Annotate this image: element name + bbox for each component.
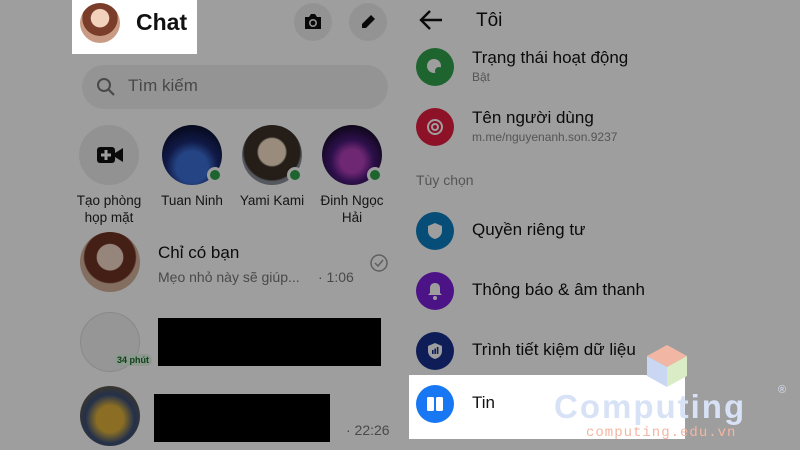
watermark-url: computing.edu.vn: [586, 425, 737, 441]
row-label: Quyền riêng tư: [472, 220, 586, 239]
online-indicator: [367, 167, 383, 183]
watermark-registered: ®: [778, 384, 787, 396]
active-status-icon: [416, 48, 454, 86]
page-title: Tôi: [476, 10, 503, 31]
active-status-row[interactable]: Trạng thái hoạt động Bật: [416, 44, 796, 100]
contact-avatar: [322, 125, 383, 185]
story-label: Tuan Ninh: [161, 193, 223, 208]
conversation-item[interactable]: · 22:26: [80, 386, 400, 450]
create-room-avatar: [79, 125, 139, 185]
story-label: Tạo phòng họp mặt: [76, 193, 142, 225]
chat-screen: Chat Tạo phòng họp mặt Tuan Ninh: [0, 0, 404, 450]
row-label: Trạng thái hoạt động: [472, 48, 629, 67]
page-title: Chat: [136, 9, 188, 35]
username-row[interactable]: Tên người dùng m.me/nguyenanh.son.9237: [416, 104, 796, 160]
data-saver-icon: [416, 332, 454, 370]
bell-icon: [416, 272, 454, 310]
redacted-block: [158, 318, 381, 366]
video-plus-icon: [97, 147, 123, 163]
story-label: Yami Kami: [239, 193, 305, 208]
me-screen: Tôi Trạng thái hoạt động Bật Tên người d…: [404, 0, 800, 450]
row-sublabel: m.me/nguyenanh.son.9237: [472, 130, 618, 144]
camera-icon: [305, 14, 321, 29]
notifications-row[interactable]: Thông báo & âm thanh: [416, 268, 796, 324]
story-yami-kami[interactable]: Yami Kami: [231, 125, 313, 209]
conversation-time: · 22:26: [346, 422, 390, 438]
section-header: Tùy chọn: [416, 172, 474, 188]
row-label: Tên người dùng: [472, 108, 594, 127]
search-bar[interactable]: [82, 65, 388, 109]
shield-icon: [416, 212, 454, 250]
privacy-row[interactable]: Quyền riêng tư: [416, 208, 796, 264]
story-tuan-ninh[interactable]: Tuan Ninh: [151, 125, 233, 209]
conversation-avatar: [80, 386, 140, 446]
row-label: Tin: [472, 393, 495, 412]
conversation-name: Chỉ có bạn: [158, 243, 240, 262]
row-sublabel: Bật: [472, 70, 491, 84]
online-indicator: [207, 167, 223, 183]
read-check-icon: [370, 254, 388, 272]
conversation-avatar: [80, 232, 140, 292]
computing-logo-icon: [647, 345, 687, 387]
row-label: Thông báo & âm thanh: [472, 280, 645, 299]
pencil-icon: [362, 15, 375, 28]
highlight-box: Chat: [72, 0, 197, 54]
contact-avatar: [242, 125, 303, 185]
conversation-item[interactable]: Chỉ có bạn Mẹo nhỏ này sẽ giúp... · 1:06: [80, 232, 400, 296]
at-sign-icon: [416, 108, 454, 146]
profile-avatar[interactable]: [80, 3, 120, 43]
stories-icon: [416, 385, 454, 423]
contact-avatar: [162, 125, 223, 185]
active-time-badge: 34 phút: [114, 354, 153, 366]
search-input[interactable]: [128, 76, 368, 96]
back-arrow-icon[interactable]: [418, 8, 444, 32]
watermark-brand: Computing: [554, 388, 747, 425]
story-dinh-ngoc-hai[interactable]: Đinh Ngọc Hải: [311, 125, 393, 226]
conversation-time: · 1:06: [318, 269, 354, 285]
conversation-snippet: Mẹo nhỏ này sẽ giúp...: [158, 269, 300, 285]
camera-button[interactable]: [294, 3, 332, 41]
story-create-room[interactable]: Tạo phòng họp mặt: [68, 125, 150, 226]
online-indicator: [287, 167, 303, 183]
row-label: Trình tiết kiệm dữ liệu: [472, 340, 636, 359]
story-label: Đinh Ngọc Hải: [320, 193, 384, 225]
conversation-item[interactable]: 34 phút: [80, 312, 400, 376]
compose-button[interactable]: [349, 3, 387, 41]
search-icon: [97, 78, 115, 96]
redacted-block: [154, 394, 330, 442]
